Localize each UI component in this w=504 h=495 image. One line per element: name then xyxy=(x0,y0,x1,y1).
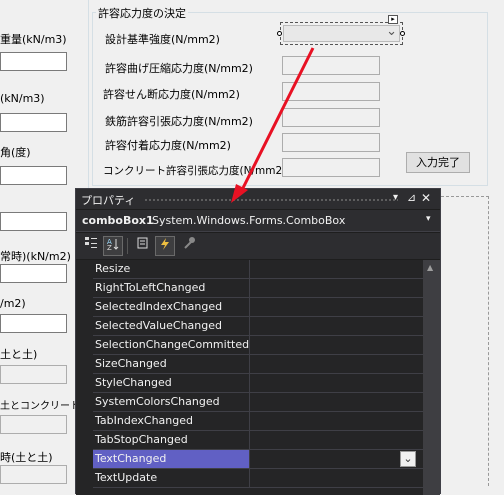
annotation-arrow xyxy=(231,47,315,203)
